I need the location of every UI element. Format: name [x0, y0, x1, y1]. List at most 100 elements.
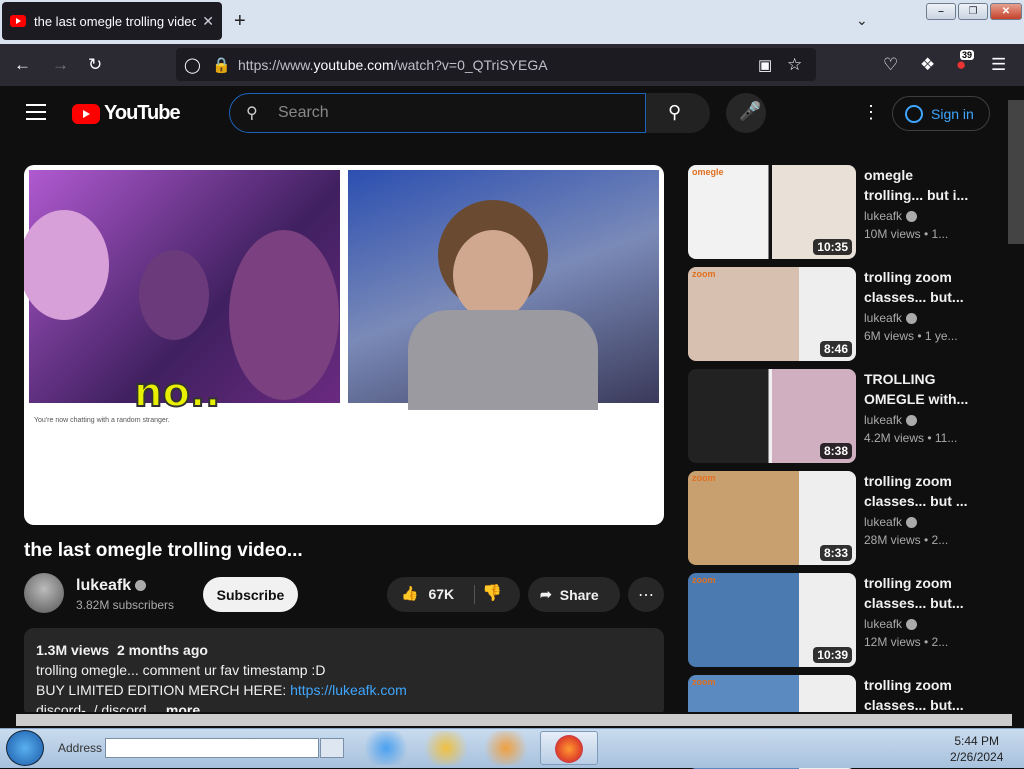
youtube-logo[interactable]: YouTube — [72, 102, 181, 125]
video-duration: 10:39 — [813, 647, 852, 663]
thumbnail-label: zoom — [692, 269, 716, 279]
verified-icon — [906, 619, 918, 631]
recommendation-item[interactable]: zoom 8:46 trolling zoom classes... but... lu… — [688, 267, 988, 361]
channel-name-text: lukeafk — [76, 577, 132, 594]
description-box[interactable]: 1.3M views 2 months ago trolling omegle.… — [24, 628, 664, 718]
tab-title: the last omegle trolling video... — [34, 13, 197, 29]
close-window-button[interactable]: ✕ — [990, 3, 1022, 20]
recommendation-title-line-1: trolling zoom — [864, 575, 952, 591]
vertical-scrollbar[interactable] — [1008, 86, 1024, 712]
recommendation-item[interactable]: zoom 10:39 trolling zoom classes... but... l… — [688, 573, 988, 667]
voice-search-button[interactable]: 🎤 — [726, 93, 766, 133]
stranger-camera-feed — [24, 170, 340, 403]
video-meta: 1.3M views 2 months ago — [36, 642, 652, 658]
vertical-scroll-thumb[interactable] — [1008, 100, 1024, 244]
search-button[interactable]: ⚲ — [646, 93, 710, 133]
recommendation-title[interactable]: trolling zoom classes... but ... — [864, 471, 984, 511]
recommendation-channel[interactable]: lukeafk — [864, 209, 918, 223]
recommendation-thumbnail[interactable]: zoom 10:39 — [688, 573, 856, 667]
recommendation-title-line-1: trolling zoom — [864, 269, 952, 285]
browser-tab-bar: the last omegle trolling video... ✕ + ⌄ … — [0, 0, 1024, 44]
bookmark-star-icon[interactable]: ☆ — [787, 54, 802, 76]
url-prefix: https://www. — [238, 57, 314, 73]
media-player-icon[interactable] — [480, 731, 532, 765]
guide-menu-icon[interactable] — [26, 104, 46, 120]
sign-in-button[interactable]: Sign in — [892, 96, 990, 131]
system-tray-clock[interactable]: 5:44 PM 2/26/2024 — [950, 733, 1003, 765]
file-explorer-icon[interactable] — [420, 731, 472, 765]
recommendation-item[interactable]: omegle 10:35 omegle trolling... but i... luk… — [688, 165, 988, 259]
thumbs-up-icon: 👍 — [401, 585, 419, 601]
recommendation-channel[interactable]: lukeafk — [864, 311, 918, 325]
verified-icon — [906, 415, 918, 427]
recommendation-title[interactable]: trolling zoom classes... but... — [864, 573, 984, 613]
url-text[interactable]: https://www.youtube.com/watch?v=0_QTriSY… — [238, 57, 548, 73]
search-button-icon: ⚲ — [668, 102, 682, 122]
lock-icon[interactable]: 🔒 — [212, 55, 231, 77]
recommendation-thumbnail[interactable]: zoom 8:33 — [688, 471, 856, 565]
recommendation-thumbnail[interactable]: 8:38 — [688, 369, 856, 463]
upload-age: 2 months ago — [116, 642, 208, 658]
recommendation-title[interactable]: omegle trolling... but i... — [864, 165, 984, 205]
merch-link[interactable]: https://lukeafk.com — [290, 682, 407, 698]
forward-icon[interactable]: → — [52, 54, 69, 76]
dislike-button[interactable]: 👎 — [482, 583, 502, 603]
reload-icon[interactable]: ↻ — [88, 54, 102, 76]
recommendation-item[interactable]: zoom 8:33 trolling zoom classes... but ... l… — [688, 471, 988, 565]
restore-window-button[interactable]: ❐ — [958, 3, 988, 20]
video-title: the last omegle trolling video... — [24, 540, 303, 561]
youtube-favicon-icon — [10, 15, 26, 27]
video-player[interactable]: no.. You're now chatting with a random s… — [24, 165, 664, 525]
recommendation-title[interactable]: trolling zoom classes... but... — [864, 267, 984, 307]
thumbs-down-icon: 👎 — [482, 585, 502, 602]
recommendation-title[interactable]: TROLLING OMEGLE with... — [864, 369, 984, 409]
like-button[interactable]: 👍 67K — [401, 585, 454, 602]
internet-explorer-icon[interactable] — [360, 731, 412, 765]
horizontal-scroll-thumb[interactable] — [16, 714, 1012, 726]
browser-tab-active[interactable]: the last omegle trolling video... ✕ — [2, 2, 222, 40]
share-arrow-icon: ➦ — [540, 586, 552, 602]
recommendation-channel[interactable]: lukeafk — [864, 413, 918, 427]
extensions-icon[interactable]: ❖ — [920, 54, 935, 76]
subscribe-button[interactable]: Subscribe — [203, 577, 298, 612]
channel-avatar[interactable] — [24, 573, 64, 613]
recommendation-item[interactable]: zoom trolling zoom classes... but... — [688, 675, 988, 769]
microphone-icon: 🎤 — [739, 101, 762, 121]
hamburger-menu-icon[interactable]: ☰ — [991, 54, 1006, 76]
firefox-taskbar-button[interactable] — [540, 731, 598, 765]
minimize-window-button[interactable]: ⎯ — [926, 3, 956, 20]
url-path: /watch?v=0_QTriSYEGA — [393, 57, 548, 73]
recommendation-title-line-2: classes... but... — [864, 595, 964, 611]
channel-name[interactable]: lukeafk — [76, 577, 147, 595]
description-line-2: BUY LIMITED EDITION MERCH HERE: https://… — [36, 682, 652, 698]
recommendation-channel-name: lukeafk — [864, 209, 903, 223]
recommendation-title-line-2: trolling... but i... — [864, 187, 969, 203]
pocket-icon[interactable]: ♡ — [883, 54, 898, 76]
recommendation-title-line-2: OMEGLE with... — [864, 391, 969, 407]
recommendation-title[interactable]: trolling zoom classes... but... — [864, 675, 984, 715]
recommendation-channel[interactable]: lukeafk — [864, 617, 918, 631]
start-button[interactable] — [6, 730, 44, 766]
recommendation-thumbnail[interactable]: zoom 8:46 — [688, 267, 856, 361]
logo-text: YouTube — [104, 102, 181, 124]
address-input[interactable] — [105, 738, 319, 758]
youtube-play-icon — [72, 103, 100, 124]
list-all-tabs-icon[interactable]: ⌄ — [856, 12, 868, 29]
recommendation-channel[interactable]: lukeafk — [864, 515, 918, 529]
recommendation-meta: 6M views • 1 ye... — [864, 329, 958, 343]
share-button[interactable]: ➦ Share — [528, 577, 620, 612]
close-tab-icon[interactable]: ✕ — [202, 13, 214, 30]
settings-more-icon[interactable]: ⋮ — [862, 102, 880, 123]
recommendation-thumbnail[interactable]: omegle 10:35 — [688, 165, 856, 259]
clock-time: 5:44 PM — [954, 734, 1000, 748]
verified-icon — [135, 580, 147, 592]
shield-icon[interactable]: ◯ — [184, 55, 201, 77]
more-actions-button[interactable]: ⋯ — [628, 577, 664, 612]
new-tab-icon[interactable]: + — [234, 10, 246, 33]
address-go-button[interactable] — [320, 738, 344, 758]
picture-in-picture-icon[interactable]: ▣ — [758, 55, 772, 77]
back-icon[interactable]: ← — [14, 54, 31, 76]
recommendation-item[interactable]: 8:38 TROLLING OMEGLE with... lukeafk 4.2M vi… — [688, 369, 988, 463]
horizontal-scrollbar[interactable] — [0, 712, 1012, 728]
search-input[interactable]: Search — [278, 104, 329, 122]
